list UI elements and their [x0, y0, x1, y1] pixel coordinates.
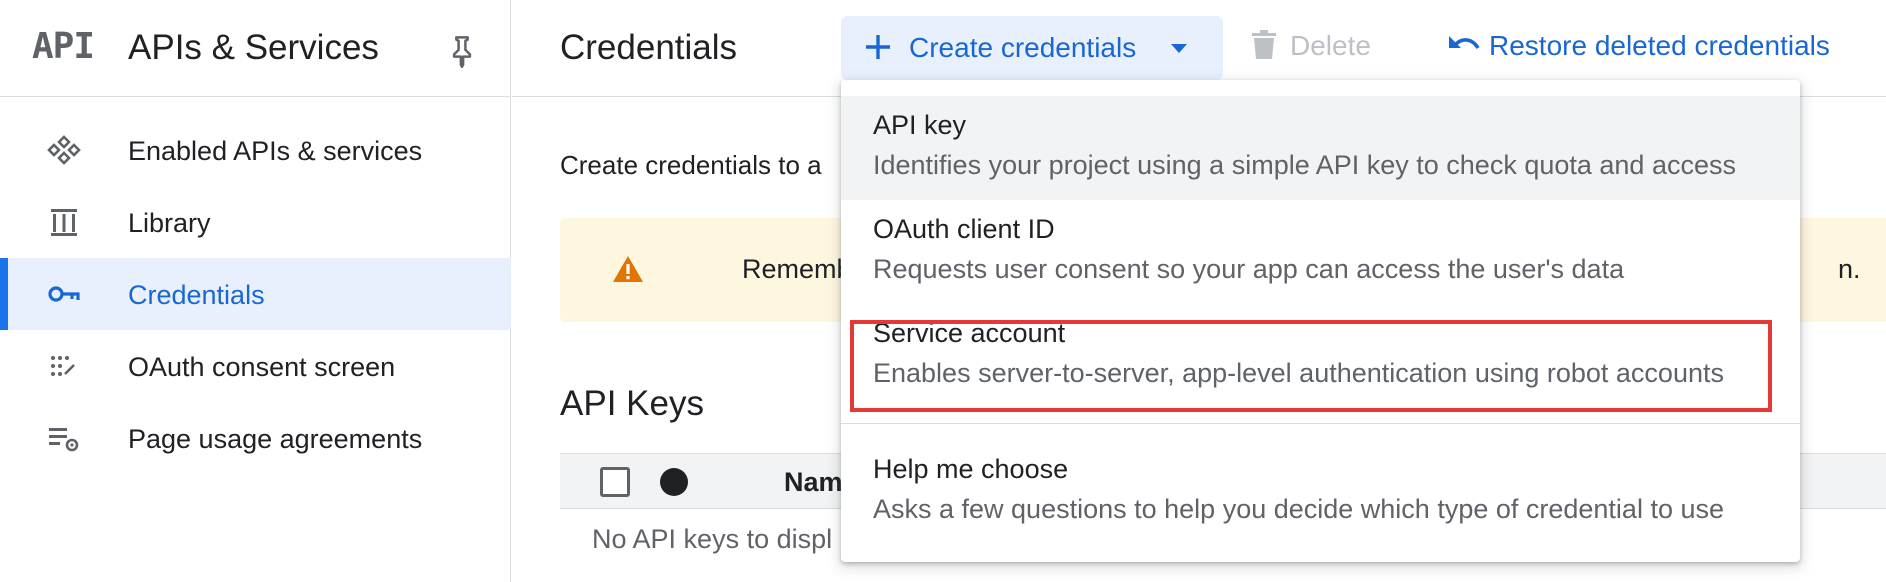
sidebar-item-credentials[interactable]: Credentials	[0, 258, 511, 330]
sidebar-header: API APIs & Services	[0, 0, 511, 97]
trash-icon	[1252, 30, 1276, 59]
empty-table-message: No API keys to displ	[592, 524, 833, 554]
library-icon	[51, 209, 77, 236]
settings-list-icon	[49, 428, 79, 452]
create-credentials-menu: API key Identifies your project using a …	[841, 80, 1800, 562]
page-title: Credentials	[560, 28, 738, 67]
menu-item-title: API key	[873, 110, 967, 140]
menu-item-title: Service account	[873, 318, 1066, 348]
sidebar-item-oauth-consent[interactable]: OAuth consent screen	[0, 330, 511, 402]
delete-label: Delete	[1290, 30, 1371, 61]
menu-item-oauth-client-id[interactable]: OAuth client ID Requests user consent so…	[841, 200, 1800, 304]
sidebar-item-label: Page usage agreements	[128, 424, 423, 454]
menu-item-title: OAuth client ID	[873, 214, 1055, 244]
api-keys-title: API Keys	[560, 384, 704, 423]
oauth-consent-icon	[51, 356, 75, 376]
select-all-checkbox[interactable]	[600, 467, 630, 497]
product-title: APIs & Services	[128, 28, 379, 67]
api-logo: API	[32, 26, 95, 67]
create-credentials-button[interactable]: Create credentials	[841, 16, 1223, 80]
pin-icon[interactable]	[448, 34, 476, 68]
warning-text-tail: n.	[1838, 254, 1861, 284]
sidebar-item-label: Credentials	[128, 280, 265, 310]
sidebar-item-enabled-apis[interactable]: Enabled APIs & services	[0, 114, 511, 186]
sidebar: API APIs & Services Enabled APIs & servi…	[0, 0, 511, 582]
menu-item-service-account[interactable]: Service account Enables server-to-server…	[841, 304, 1800, 408]
menu-item-description: Asks a few questions to help you decide …	[873, 494, 1725, 524]
key-icon	[48, 286, 80, 302]
menu-divider	[841, 423, 1800, 424]
caret-down-icon	[1171, 44, 1187, 53]
menu-item-description: Requests user consent so your app can ac…	[873, 254, 1625, 284]
menu-item-api-key[interactable]: API key Identifies your project using a …	[841, 96, 1800, 200]
menu-item-help-me-choose[interactable]: Help me choose Asks a few questions to h…	[841, 440, 1800, 544]
sidebar-item-label: Enabled APIs & services	[128, 136, 423, 166]
menu-item-title: Help me choose	[873, 454, 1069, 484]
warning-icon	[613, 256, 643, 282]
sidebar-item-label: OAuth consent screen	[128, 352, 396, 382]
status-column-icon	[660, 468, 688, 496]
intro-text: Create credentials to a	[560, 150, 822, 180]
sidebar-item-library[interactable]: Library	[0, 186, 511, 258]
restore-label: Restore deleted credentials	[1489, 30, 1830, 61]
create-credentials-label: Create credentials	[909, 32, 1137, 63]
undo-icon	[1449, 36, 1480, 50]
sidebar-item-page-usage-agreements[interactable]: Page usage agreements	[0, 402, 511, 474]
menu-item-description: Enables server-to-server, app-level auth…	[873, 358, 1724, 388]
enabled-apis-icon	[47, 135, 81, 165]
sidebar-item-label: Library	[128, 208, 211, 238]
menu-item-description: Identifies your project using a simple A…	[873, 150, 1736, 180]
plus-icon	[866, 35, 890, 59]
